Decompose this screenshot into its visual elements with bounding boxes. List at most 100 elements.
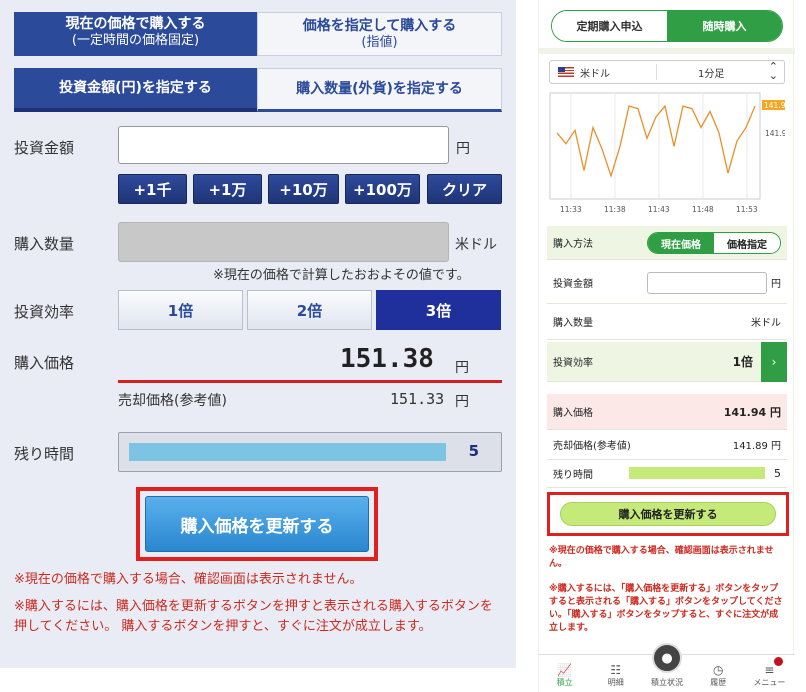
nav-label: 履歴 xyxy=(710,678,727,687)
efficiency-2x-button[interactable]: 2倍 xyxy=(247,290,372,330)
remaining-row: 残り時間 5 xyxy=(547,460,787,488)
updown-chevron-icon: ⌃ ⌄ xyxy=(768,60,778,82)
remaining-label: 残り時間 xyxy=(553,470,593,481)
mobile-order-panel: 定期購入申込 随時購入 米ドル 1分足 ⌃ ⌄ 11:33 11:38 11:43 11… xyxy=(538,0,795,692)
nav-savings[interactable]: 📈 積立 xyxy=(539,655,590,692)
nav-label: メニュー xyxy=(753,678,786,687)
currency-label: 米ドル xyxy=(580,68,610,80)
current-price-label: 141.91 xyxy=(764,101,785,110)
tab-specify-amount[interactable]: 投資金額(円)を指定する xyxy=(14,68,257,112)
quantity-unit: 米ドル xyxy=(455,237,497,253)
sell-price-unit: 円 xyxy=(455,394,469,410)
quantity-field xyxy=(118,222,449,262)
sell-price-value: 141.89 円 xyxy=(732,441,781,452)
us-flag-icon xyxy=(558,67,574,77)
update-price-highlight: 購入価格を更新する xyxy=(547,492,789,536)
bottom-nav: 📈 積立 ☷ 明細 ● 積立状況 ◷ 履歴 ≡ メニュー xyxy=(539,643,795,692)
amount-unit: 円 xyxy=(456,141,470,157)
update-price-highlight: 購入価格を更新する xyxy=(136,487,378,561)
efficiency-3x-button[interactable]: 3倍 xyxy=(376,290,501,330)
toggle-regular-purchase[interactable]: 定期購入申込 xyxy=(552,11,667,41)
update-price-button[interactable]: 購入価格を更新する xyxy=(560,502,776,526)
price-label: 購入価格 xyxy=(553,408,593,419)
add-1k-button[interactable]: +1千 xyxy=(118,174,187,204)
order-type-tabs: 現在の価格で購入する (一定時間の価格固定) 価格を指定して購入する (指値) xyxy=(14,12,502,56)
note-how-to-buy: ※購入するには、「購入価格を更新する」ボタンをタップすると表示される「購入する」… xyxy=(549,584,783,634)
chart-svg: 11:33 11:38 11:43 11:48 11:53 141.91 141.90 xyxy=(549,92,792,214)
remaining-bar xyxy=(629,467,765,479)
method-row: 購入方法 現在価格 価格指定 xyxy=(547,226,787,260)
price-unit: 円 xyxy=(455,360,469,376)
efficiency-row: 投資効率 1倍 › xyxy=(547,342,787,382)
tab-limit-price[interactable]: 価格を指定して購入する (指値) xyxy=(257,12,502,56)
amount-label: 投資金額 xyxy=(553,279,593,290)
clear-button[interactable]: クリア xyxy=(427,174,502,204)
y-tick-label: 141.90 xyxy=(765,129,785,138)
purchase-mode-toggle: 定期購入申込 随時購入 xyxy=(551,10,783,42)
x-tick-label: 11:33 xyxy=(560,205,582,214)
remaining-bar xyxy=(129,443,446,461)
note-how-to-buy: ※購入するには、購入価格を更新するボタンを押すと表示される購入するボタンを押して… xyxy=(14,599,493,634)
interval-label: 1分足 xyxy=(698,68,725,80)
method-limit-price[interactable]: 価格指定 xyxy=(714,233,780,253)
sell-price-label: 売却価格(参考値) xyxy=(553,441,631,452)
menu-icon: ≡ xyxy=(764,663,775,677)
remaining-value: 5 xyxy=(468,442,479,460)
x-tick-label: 11:53 xyxy=(736,205,758,214)
add-1m-button[interactable]: +100万 xyxy=(345,174,420,204)
quantity-unit: 米ドル xyxy=(751,318,781,329)
efficiency-value: 1倍 xyxy=(732,355,753,369)
method-current-price[interactable]: 現在価格 xyxy=(648,233,714,253)
remaining-label: 残り時間 xyxy=(14,445,75,463)
selector-divider xyxy=(656,64,657,80)
amount-label: 投資金額 xyxy=(14,139,75,157)
clock-icon: ◷ xyxy=(712,663,724,677)
document-icon: ☷ xyxy=(610,663,622,677)
tab-specify-quantity[interactable]: 購入数量(外貨)を指定する xyxy=(257,68,502,112)
efficiency-label: 投資効率 xyxy=(553,358,593,369)
divider xyxy=(539,48,795,54)
tab-sublabel: (指値) xyxy=(361,34,398,50)
note-no-confirm: ※現在の価格で購入する場合、確認画面は表示されません。 xyxy=(14,572,363,587)
note-no-confirm: ※現在の価格で購入する場合、確認画面は表示されません。 xyxy=(549,546,774,570)
chart-frame xyxy=(549,92,761,200)
efficiency-1x-button[interactable]: 1倍 xyxy=(118,290,243,330)
x-tick-label: 11:48 xyxy=(692,205,714,214)
method-label: 購入方法 xyxy=(553,239,593,250)
price-underline xyxy=(118,380,502,383)
nav-label: 明細 xyxy=(607,678,624,687)
price-value: 151.38 xyxy=(340,344,434,374)
remaining-gauge: 5 xyxy=(118,432,502,472)
amount-input[interactable] xyxy=(118,126,449,164)
nav-menu[interactable]: ≡ メニュー xyxy=(744,655,795,692)
efficiency-label: 投資効率 xyxy=(14,303,75,321)
specify-mode-tabs: 投資金額(円)を指定する 購入数量(外貨)を指定する xyxy=(14,68,502,112)
add-10k-button[interactable]: +1万 xyxy=(193,174,262,204)
quantity-note: ※現在の価格で計算したおおよその値です。 xyxy=(213,268,470,283)
chart-x-labels: 11:33 11:38 11:43 11:48 11:53 xyxy=(560,205,758,214)
sell-price-value: 151.33 xyxy=(390,390,445,408)
remaining-track xyxy=(129,443,452,461)
method-toggle: 現在価格 価格指定 xyxy=(647,232,781,254)
nav-details[interactable]: ☷ 明細 xyxy=(590,655,641,692)
nav-label: 積立状況 xyxy=(651,678,683,687)
amount-unit: 円 xyxy=(771,279,781,290)
price-label: 購入価格 xyxy=(14,354,75,372)
chevron-right-icon[interactable]: › xyxy=(761,342,787,382)
amount-input[interactable] xyxy=(647,272,767,294)
tab-label: 現在の価格で購入する xyxy=(65,16,206,33)
price-chart: 11:33 11:38 11:43 11:48 11:53 141.91 141.90 xyxy=(549,92,792,218)
remaining-value: 5 xyxy=(774,467,781,480)
tab-current-price[interactable]: 現在の価格で購入する (一定時間の価格固定) xyxy=(14,12,257,56)
toggle-spot-purchase[interactable]: 随時購入 xyxy=(667,11,782,41)
nav-status[interactable]: ● 積立状況 xyxy=(641,643,692,692)
price-value: 141.94 円 xyxy=(723,405,781,419)
savings-icon: 📈 xyxy=(557,663,573,677)
update-price-button[interactable]: 購入価格を更新する xyxy=(145,496,369,552)
nav-label: 積立 xyxy=(556,678,573,687)
amount-row: 投資金額 円 xyxy=(547,262,787,304)
tab-sublabel: (一定時間の価格固定) xyxy=(71,33,200,49)
nav-history[interactable]: ◷ 履歴 xyxy=(693,655,744,692)
add-100k-button[interactable]: +10万 xyxy=(268,174,339,204)
chart-selector[interactable]: 米ドル 1分足 ⌃ ⌄ xyxy=(549,60,785,84)
